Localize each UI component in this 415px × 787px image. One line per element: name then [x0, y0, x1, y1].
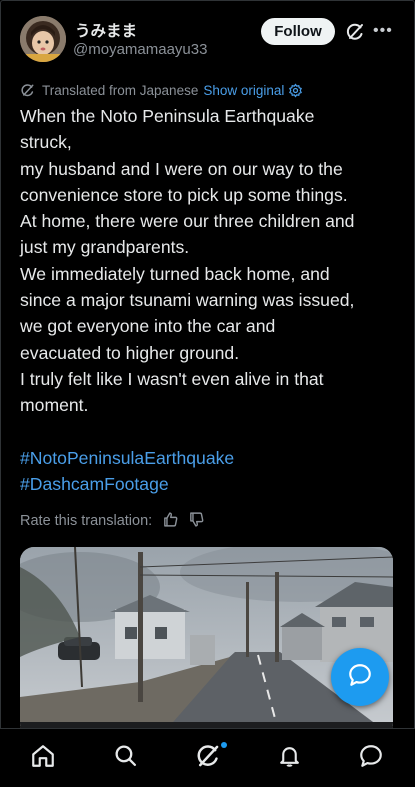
post-line: just my grandparents. — [20, 237, 190, 258]
hashtag-link[interactable]: #NotoPeninsulaEarthquake — [20, 445, 400, 471]
follow-button[interactable]: Follow — [261, 18, 335, 45]
post-line: my husband and I were on our way to the — [20, 158, 343, 179]
more-options-icon[interactable]: ••• — [373, 23, 393, 39]
nav-notifications[interactable] — [274, 743, 304, 773]
hashtag-link[interactable]: #DashcamFootage — [20, 471, 400, 497]
search-icon — [113, 743, 138, 773]
settings-icon[interactable] — [288, 83, 303, 98]
translation-notice: Translated from Japanese Show original — [20, 81, 303, 99]
author-handle[interactable]: @moyamamaayu33 — [73, 41, 207, 58]
post-header: うみまま @moyamamaayu33 Follow ••• — [20, 16, 401, 62]
messages-icon — [358, 743, 384, 774]
avatar[interactable] — [20, 16, 66, 62]
bottom-navigation — [0, 728, 415, 787]
thumbs-up-icon[interactable] — [152, 511, 179, 532]
compose-button[interactable] — [331, 648, 389, 706]
nav-grok[interactable] — [193, 743, 223, 773]
rate-translation-label: Rate this translation: — [20, 513, 153, 529]
grok-translate-icon — [20, 83, 35, 98]
post-text: When the Noto Peninsula Earthquake struc… — [20, 103, 400, 497]
post-line: moment. — [20, 395, 89, 416]
post-line: We immediately turned back home, and — [20, 263, 330, 284]
show-original-link[interactable]: Show original — [203, 83, 284, 98]
home-icon — [30, 743, 56, 774]
post-line: since a major tsunami warning was issued… — [20, 290, 355, 311]
author-display-name[interactable]: うみまま — [75, 19, 137, 41]
post-line: I truly felt like I wasn't even alive in… — [20, 368, 324, 389]
grok-icon[interactable] — [345, 22, 365, 42]
rate-translation: Rate this translation: — [20, 511, 205, 531]
post-line: convenience store to pick up some things… — [20, 184, 348, 205]
post-line: When the Noto Peninsula Earthquake — [20, 106, 315, 126]
nav-home[interactable] — [28, 743, 58, 773]
compose-bubble-icon — [347, 662, 373, 693]
post-line: At home, there were our three children a… — [20, 211, 355, 232]
notifications-icon — [277, 743, 302, 773]
nav-search[interactable] — [110, 743, 140, 773]
post-video-thumbnail[interactable] — [20, 547, 393, 737]
post-line: evacuated to higher ground. — [20, 342, 240, 363]
nav-messages[interactable] — [356, 743, 386, 773]
translation-label: Translated from Japanese — [42, 82, 199, 98]
thumbs-down-icon[interactable] — [179, 511, 205, 532]
post-line: struck, — [20, 132, 72, 153]
post-line: we got everyone into the car and — [20, 316, 276, 337]
grok-icon — [195, 743, 221, 774]
notification-dot — [221, 742, 227, 748]
